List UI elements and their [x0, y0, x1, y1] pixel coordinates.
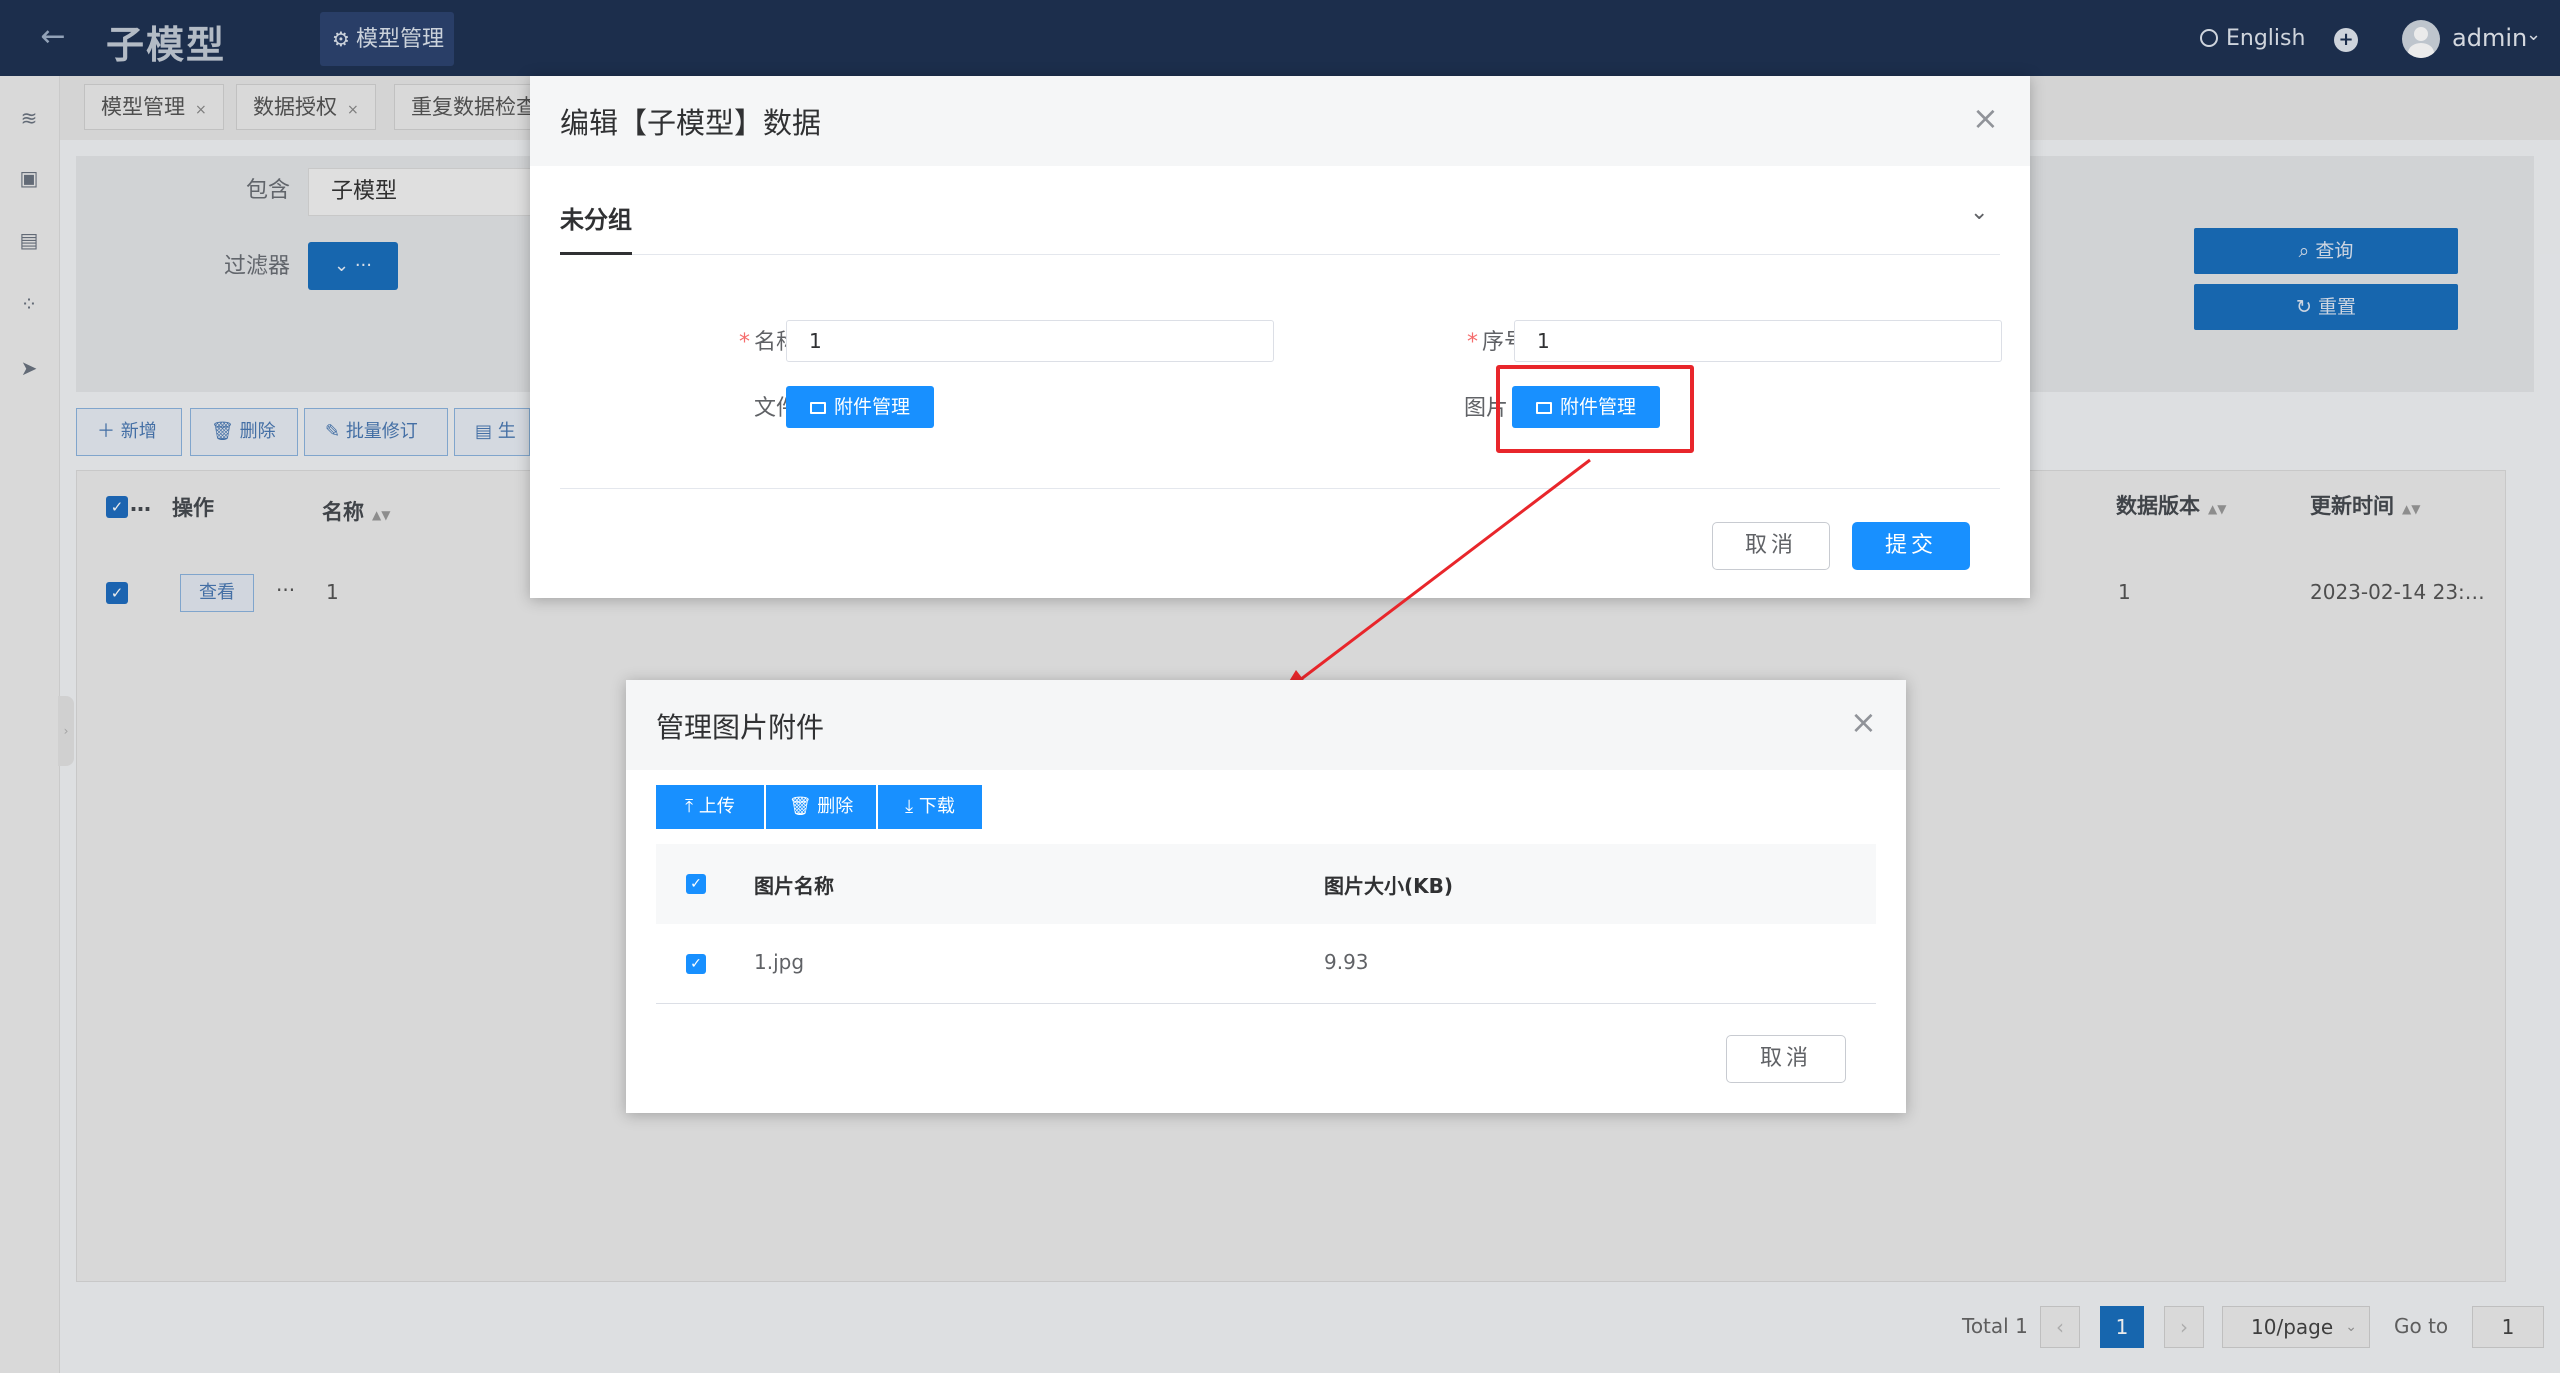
close-icon[interactable]: × [1972, 102, 1999, 134]
dialog-divider [560, 488, 2000, 489]
select-all-checkbox[interactable]: ✓ [686, 874, 706, 894]
dialog-header: 管理图片附件 × [626, 680, 1906, 770]
dialog-title: 编辑【子模型】数据 [560, 106, 822, 140]
delete-button[interactable]: 🗑 删除 [766, 785, 876, 829]
group-active-underline [560, 252, 632, 255]
download-button[interactable]: ⤓ 下载 [878, 785, 982, 829]
close-icon[interactable]: × [1850, 706, 1877, 738]
cell-image-size: 9.93 [1324, 950, 1369, 974]
name-input[interactable]: 1 [786, 320, 1274, 362]
submit-button[interactable]: 提交 [1852, 522, 1970, 570]
dialog-title: 管理图片附件 [656, 711, 825, 744]
required-mark: * [1466, 330, 1478, 355]
trash-icon: 🗑 [788, 796, 818, 817]
upload-button[interactable]: ⤒ 上传 [656, 785, 764, 829]
edit-dialog: 编辑【子模型】数据 × 未分组 ⌄ * 名称 1 * 序号 1 文件 附件管理 图片… [530, 76, 2030, 598]
folder-icon [809, 402, 826, 414]
dialog-header: 编辑【子模型】数据 × [530, 76, 2030, 166]
row-checkbox[interactable]: ✓ [686, 954, 706, 974]
image-attachment-dialog: 管理图片附件 × ⤒ 上传 🗑 删除 ⤓ 下载 ✓ 图片名称 图片大小(KB) … [626, 680, 1906, 1113]
column-header-image-size: 图片大小(KB) [1324, 874, 1454, 898]
seq-label: * 序号 [1430, 324, 1526, 356]
name-label: * 名称 [706, 324, 798, 356]
cancel-button[interactable]: 取消 [1726, 1035, 1846, 1083]
attachment-table-header [656, 844, 1876, 924]
column-header-image-name: 图片名称 [754, 874, 834, 898]
download-label: 下载 [918, 796, 955, 817]
upload-icon: ⤒ [685, 796, 699, 817]
group-title[interactable]: 未分组 [560, 200, 632, 235]
file-attachment-button[interactable]: 附件管理 [786, 386, 934, 428]
chevron-down-icon[interactable]: ⌄ [1970, 200, 1988, 225]
upload-label: 上传 [698, 796, 735, 817]
group-divider [560, 254, 2000, 255]
table-row-divider [656, 1003, 1876, 1004]
required-mark: * [738, 330, 750, 355]
attachment-label: 附件管理 [833, 396, 910, 418]
cell-image-name: 1.jpg [754, 950, 805, 974]
seq-input[interactable]: 1 [1514, 320, 2002, 362]
cancel-button[interactable]: 取消 [1712, 522, 1830, 570]
annotation-highlight-box [1496, 365, 1694, 453]
download-icon: ⤓ [905, 796, 919, 817]
delete-label: 删除 [817, 796, 854, 817]
